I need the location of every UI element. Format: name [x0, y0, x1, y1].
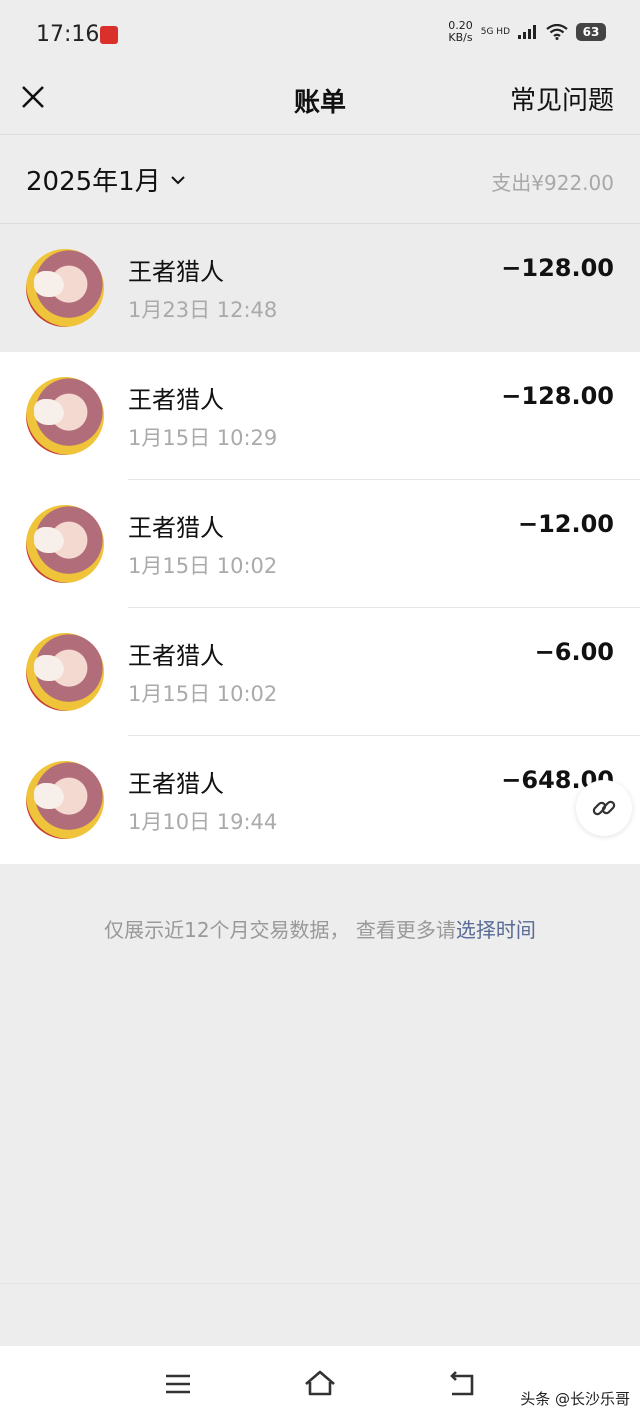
- app-notification-icon: [100, 26, 118, 44]
- merchant-name: 王者猎人: [128, 642, 224, 670]
- expense-summary: 支出¥922.00: [491, 171, 614, 195]
- transaction-row[interactable]: 王者猎人 1月23日 12:48 −128.00: [0, 224, 640, 352]
- merchant-avatar: [26, 505, 104, 583]
- month-bar: 2025年1月 支出¥922.00: [0, 136, 640, 224]
- merchant-avatar: [26, 249, 104, 327]
- select-time-link[interactable]: 选择时间: [456, 918, 536, 942]
- merchant-avatar: [26, 761, 104, 839]
- transaction-amount: −128.00: [501, 382, 614, 410]
- transaction-row[interactable]: 王者猎人 1月15日 10:02 −12.00: [0, 480, 640, 608]
- network-label: 5G HD: [480, 27, 510, 37]
- merchant-name: 王者猎人: [128, 770, 224, 798]
- menu-icon[interactable]: [160, 1366, 196, 1402]
- footer-note-text: 仅展示近12个月交易数据， 查看更多请: [104, 918, 456, 942]
- month-label: 2025年1月: [26, 167, 161, 197]
- transaction-time: 1月10日 19:44: [128, 810, 278, 834]
- transaction-row[interactable]: 王者猎人 1月10日 19:44 −648.00: [0, 736, 640, 864]
- footer-note: 仅展示近12个月交易数据， 查看更多请选择时间: [0, 914, 640, 943]
- status-time: 17:16: [36, 22, 100, 47]
- home-icon[interactable]: [302, 1366, 338, 1402]
- back-icon[interactable]: [444, 1366, 480, 1402]
- faq-link[interactable]: 常见问题: [510, 80, 614, 117]
- floating-link-button[interactable]: [576, 780, 632, 836]
- watermark: 头条 @长沙乐哥: [520, 1390, 630, 1408]
- status-indicators: 0.20 KB/s 5G HD 63: [448, 20, 606, 44]
- nav-bar: 账单 常见问题: [0, 68, 640, 135]
- wifi-icon: [546, 24, 568, 40]
- transaction-amount: −12.00: [517, 510, 614, 538]
- transaction-amount: −6.00: [534, 638, 614, 666]
- month-picker[interactable]: 2025年1月: [26, 161, 187, 198]
- merchant-avatar: [26, 633, 104, 711]
- transaction-time: 1月15日 10:02: [128, 554, 278, 578]
- transaction-time: 1月15日 10:02: [128, 682, 278, 706]
- footer-divider: [0, 1283, 640, 1284]
- merchant-avatar: [26, 377, 104, 455]
- transaction-time: 1月15日 10:29: [128, 426, 278, 450]
- net-speed: 0.20 KB/s: [448, 20, 473, 44]
- transaction-amount: −128.00: [501, 254, 614, 282]
- transaction-list: 王者猎人 1月23日 12:48 −128.00 王者猎人 1月15日 10:2…: [0, 224, 640, 864]
- system-nav-bar: [0, 1346, 640, 1422]
- signal-icon: [518, 25, 536, 39]
- chevron-down-icon: [171, 175, 185, 184]
- status-bar: 17:16 0.20 KB/s 5G HD 63: [0, 0, 640, 68]
- link-icon: [592, 800, 616, 816]
- battery-indicator: 63: [576, 23, 606, 41]
- net-speed-unit: KB/s: [448, 31, 473, 44]
- merchant-name: 王者猎人: [128, 514, 224, 542]
- merchant-name: 王者猎人: [128, 386, 224, 414]
- merchant-name: 王者猎人: [128, 258, 224, 286]
- transaction-row[interactable]: 王者猎人 1月15日 10:29 −128.00: [0, 352, 640, 480]
- transaction-time: 1月23日 12:48: [128, 298, 278, 322]
- transaction-row[interactable]: 王者猎人 1月15日 10:02 −6.00: [0, 608, 640, 736]
